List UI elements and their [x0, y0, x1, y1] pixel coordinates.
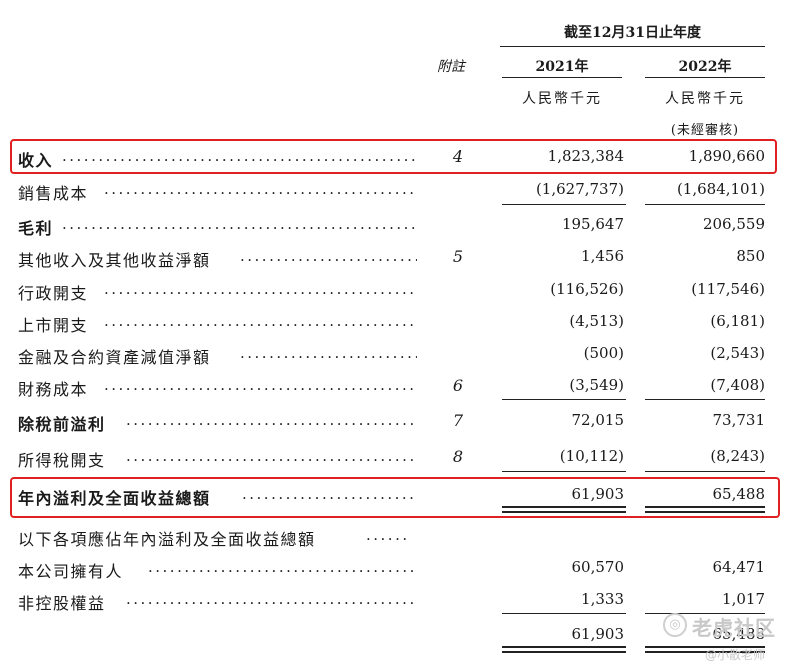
subtotal-line-2021	[502, 204, 626, 205]
value-2022: (1,684,101)	[676, 180, 765, 198]
row-label: 其他收入及其他收益淨額	[18, 251, 211, 270]
value-2021: (4,513)	[569, 312, 624, 330]
leader-dots: ........................................…	[104, 376, 417, 394]
leader-dots: ........................................…	[126, 447, 417, 465]
table-row-impairment: 金融及合約資產減值淨額 ............................…	[0, 340, 786, 368]
period-underline	[500, 46, 765, 47]
value-2022: (7,408)	[710, 376, 765, 394]
value-2021: (3,549)	[569, 376, 624, 394]
table-row-profit-before-tax: 除稅前溢利 ..................................…	[0, 407, 786, 435]
year-2021-underline	[502, 77, 622, 78]
value-2022: 850	[736, 247, 765, 265]
table-row-admin-expenses: 行政開支 ...................................…	[0, 276, 786, 304]
table-row-listing-expenses: 上市開支 ...................................…	[0, 308, 786, 336]
leader-dots: ........................................…	[240, 247, 417, 265]
value-2021: (116,526)	[550, 280, 624, 298]
value-2021: 60,570	[571, 558, 625, 576]
value-2021: 195,647	[561, 215, 624, 233]
double-line-2021	[502, 646, 626, 648]
table-row-gross-profit: 毛利 .....................................…	[0, 211, 786, 239]
watermark-handle: @小散老师	[705, 648, 766, 662]
subtotal-line-2022	[645, 471, 765, 472]
leader-dots: ........................................…	[62, 215, 417, 233]
value-2022: 64,471	[712, 558, 766, 576]
value-2021: 61,903	[571, 625, 625, 643]
row-note: 7	[452, 411, 464, 430]
note-column-header: 附註	[437, 59, 465, 75]
row-label: 非控股權益	[18, 594, 106, 613]
row-note: 8	[452, 447, 464, 466]
year-2022-header: 2022年	[678, 59, 732, 75]
value-2021: 1,333	[581, 590, 624, 608]
leader-dots: ........................................…	[104, 180, 417, 198]
unit-2022: 人民幣千元	[665, 91, 745, 107]
subtotal-line-2022	[645, 399, 765, 400]
leader-dots: ........................................…	[104, 312, 417, 330]
row-label: 毛利	[18, 219, 54, 238]
period-header: 截至12月31日止年度	[564, 25, 701, 41]
value-2022: (2,543)	[710, 344, 765, 362]
row-label: 財務成本	[18, 380, 89, 399]
table-row-finance-costs: 財務成本 ...................................…	[0, 372, 786, 400]
row-label: 行政開支	[18, 284, 89, 303]
unit-2021: 人民幣千元	[522, 91, 602, 107]
unaudited-label: (未經審核)	[670, 123, 740, 138]
table-row-attributable-heading: 以下各項應佔年內溢利及全面收益總額 ......	[0, 522, 786, 550]
table-row-other-income: 其他收入及其他收益淨額 ............................…	[0, 243, 786, 271]
subtotal-line-2021	[502, 471, 626, 472]
value-2022: (117,546)	[691, 280, 765, 298]
row-label: 以下各項應佔年內溢利及全面收益總額	[18, 530, 316, 549]
value-2021: 1,456	[581, 247, 624, 265]
value-2021: (1,627,737)	[535, 180, 624, 198]
year-2021-header: 2021年	[535, 59, 589, 75]
highlight-box-revenue	[10, 139, 777, 174]
subtotal-line-2022	[645, 204, 765, 205]
leader-dots: ........................................…	[240, 344, 417, 362]
tiger-logo-icon: ◎	[663, 613, 687, 637]
row-label: 銷售成本	[18, 184, 89, 203]
value-2022: (6,181)	[710, 312, 765, 330]
value-2022: (8,243)	[710, 447, 765, 465]
table-row-non-controlling: 非控股權益 ..................................…	[0, 586, 786, 614]
subtotal-line-2021	[502, 399, 626, 400]
highlight-box-total-income	[10, 477, 780, 518]
year-2022-underline	[645, 77, 765, 78]
row-label: 除稅前溢利	[18, 415, 106, 434]
value-2021: 72,015	[571, 411, 625, 429]
table-row-owners: 本公司擁有人 .................................…	[0, 554, 786, 582]
leader-dots: ........................................…	[148, 558, 417, 576]
value-2021: (500)	[583, 344, 624, 362]
value-2021: (10,112)	[559, 447, 624, 465]
row-label: 上市開支	[18, 316, 89, 335]
value-2022: 73,731	[712, 411, 766, 429]
leader-dots: ........................................…	[126, 411, 417, 429]
row-label: 本公司擁有人	[18, 562, 124, 581]
row-note: 5	[452, 247, 464, 266]
row-label: 所得稅開支	[18, 451, 106, 470]
subtotal-line-2021	[502, 613, 626, 614]
row-label: 金融及合約資產減值淨額	[18, 348, 211, 367]
double-line-2021	[502, 651, 626, 653]
row-note: 6	[452, 376, 464, 395]
leader-dots: ......	[366, 526, 410, 544]
value-2022: 1,017	[722, 590, 765, 608]
table-row-cost-of-sales: 銷售成本 ...................................…	[0, 176, 786, 204]
value-2022: 206,559	[702, 215, 765, 233]
watermark-brand: 老虎社区	[692, 616, 776, 640]
table-row-income-tax: 所得稅開支 ..................................…	[0, 443, 786, 471]
leader-dots: ........................................…	[126, 590, 417, 608]
leader-dots: ........................................…	[104, 280, 417, 298]
